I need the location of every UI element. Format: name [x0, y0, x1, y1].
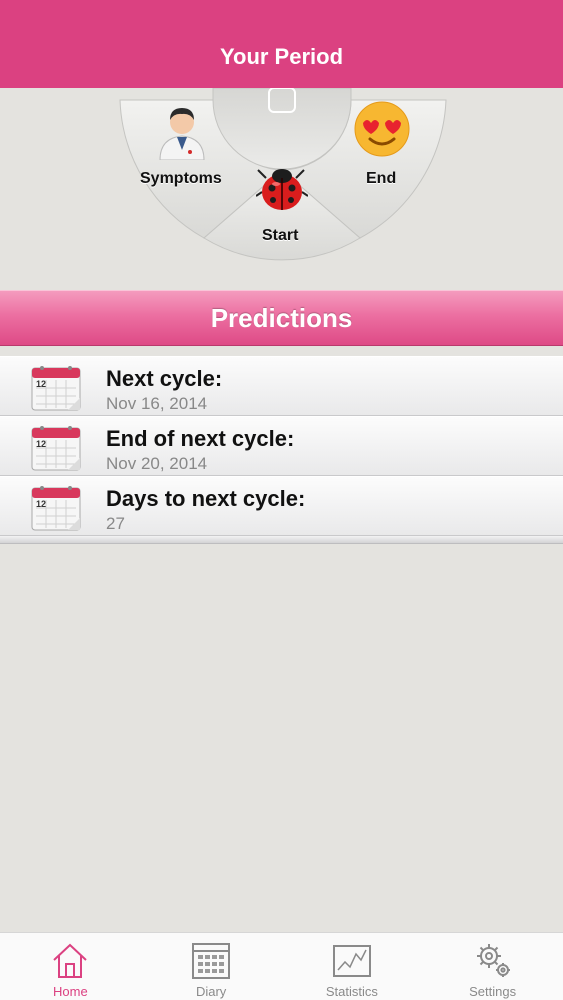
- calendar-icon: 12: [30, 484, 82, 537]
- tab-home-label: Home: [53, 984, 88, 999]
- symptoms-label: Symptoms: [140, 170, 222, 187]
- days-to-next-cycle-value: 27: [106, 514, 125, 533]
- tab-home[interactable]: Home: [0, 933, 141, 1000]
- home-icon: [53, 943, 88, 978]
- gear-icon: [476, 944, 510, 977]
- list-item[interactable]: 12 Next cycle: Nov 16, 2014: [0, 356, 563, 416]
- chart-icon: [332, 945, 371, 977]
- calendar-grid-icon: [192, 943, 231, 979]
- calendar-icon: 12: [30, 364, 82, 417]
- nav-header: Your Period: [0, 0, 563, 88]
- svg-text:12: 12: [36, 499, 46, 509]
- tab-diary[interactable]: Diary: [141, 933, 282, 1000]
- list-item[interactable]: 12 Days to next cycle: 27: [0, 476, 563, 536]
- list-footer-divider: [0, 536, 563, 544]
- days-to-next-cycle-title: Days to next cycle:: [106, 486, 306, 511]
- page-title: Your Period: [219, 44, 344, 69]
- end-of-next-cycle-value: Nov 20, 2014: [106, 454, 208, 473]
- tab-bar: Home Diary Statistics Settings: [0, 932, 563, 1000]
- tab-statistics-label: Statistics: [325, 984, 378, 999]
- start-label: Start: [262, 227, 299, 244]
- tab-settings[interactable]: Settings: [422, 933, 563, 1000]
- tab-settings-label: Settings: [469, 984, 517, 999]
- predictions-title: Predictions: [210, 302, 353, 333]
- list-item[interactable]: 12 End of next cycle: Nov 20, 2014: [0, 416, 563, 476]
- calendar-icon: 12: [30, 424, 82, 477]
- tab-statistics[interactable]: Statistics: [282, 933, 423, 1000]
- end-label: End: [366, 170, 397, 187]
- end-of-next-cycle-title: End of next cycle:: [106, 426, 295, 451]
- period-dial: Symptoms Start End: [0, 88, 563, 278]
- predictions-header: Predictions: [0, 290, 563, 346]
- tab-diary-label: Diary: [195, 984, 227, 999]
- next-cycle-title: Next cycle:: [106, 366, 223, 391]
- svg-text:12: 12: [36, 379, 46, 389]
- svg-text:12: 12: [36, 439, 46, 449]
- next-cycle-value: Nov 16, 2014: [106, 394, 208, 413]
- predictions-list: 12 Next cycle: Nov 16, 2014 12 End of ne…: [0, 356, 563, 544]
